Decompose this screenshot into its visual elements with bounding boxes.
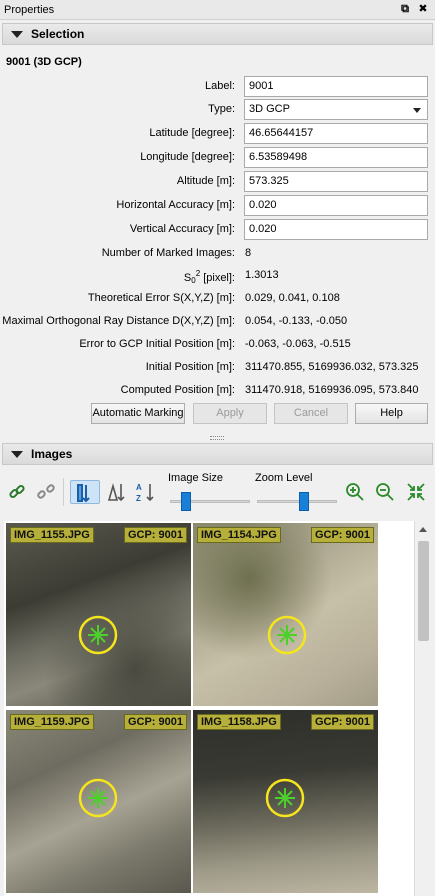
window-titlebar: Properties ⧉ ✖ (0, 0, 435, 20)
image-filename: IMG_1155.JPG (10, 527, 94, 543)
apply-button[interactable]: Apply (193, 403, 267, 424)
selection-title: 9001 (3D GCP) (6, 56, 82, 68)
horizontal-accuracy-label: Horizontal Accuracy [m]: (116, 199, 235, 211)
gcp-tag: GCP: 9001 (310, 527, 374, 543)
image-filename: IMG_1159.JPG (10, 714, 94, 730)
computed-position-label: Computed Position [m]: (120, 384, 235, 396)
horizontal-accuracy-input[interactable]: 0.020 (244, 195, 428, 216)
gcp-marker-icon[interactable] (267, 615, 307, 655)
selection-header-label: Selection (31, 27, 85, 41)
marked-images-row: Number of Marked Images: 8 (0, 243, 435, 265)
computed-position-row: Computed Position [m]: 311470.918, 51699… (0, 380, 435, 402)
max-ray-distance-label: Maximal Orthogonal Ray Distance D(X,Y,Z)… (2, 315, 235, 327)
vertical-accuracy-label: Vertical Accuracy [m]: (129, 223, 235, 235)
theoretical-error-row: Theoretical Error S(X,Y,Z) [m]: 0.029, 0… (0, 288, 435, 310)
link-icon[interactable] (5, 480, 29, 504)
vertical-accuracy-row: Vertical Accuracy [m]: 0.020 (0, 219, 435, 241)
gcp-marker-icon[interactable] (78, 778, 118, 818)
image-size-slider-thumb[interactable] (180, 492, 191, 511)
vertical-accuracy-input[interactable]: 0.020 (244, 219, 428, 240)
gcp-tag: GCP: 9001 (310, 714, 374, 730)
theoretical-error-value: 0.029, 0.041, 0.108 (245, 292, 340, 304)
initial-position-row: Initial Position [m]: 311470.855, 516993… (0, 357, 435, 379)
type-field-label: Type: (208, 103, 235, 115)
gcp-marker-icon[interactable] (265, 778, 305, 818)
properties-panel: Selection 9001 (3D GCP) Label: 9001 Type… (0, 21, 435, 896)
collapse-triangle-icon[interactable] (11, 30, 23, 38)
scroll-up-icon[interactable] (419, 527, 427, 532)
label-field-label: Label: (205, 80, 235, 92)
images-section-header[interactable]: Images (2, 443, 433, 465)
s0-row: S02 [pixel]: 1.3013 (0, 265, 435, 287)
scrollbar-thumb[interactable] (418, 541, 429, 641)
s0-label: S02 [pixel]: (183, 269, 235, 285)
image-thumbnail[interactable]: IMG_1155.JPG GCP: 9001 (6, 523, 191, 706)
label-row: Label: 9001 (0, 76, 435, 98)
gallery-scrollbar[interactable] (414, 521, 431, 896)
horizontal-accuracy-row: Horizontal Accuracy [m]: 0.020 (0, 195, 435, 217)
images-header-label: Images (31, 447, 73, 461)
longitude-input[interactable]: 6.53589498 (244, 147, 428, 168)
selection-section-header[interactable]: Selection (2, 23, 433, 45)
max-ray-distance-row: Maximal Orthogonal Ray Distance D(X,Y,Z)… (0, 311, 435, 333)
latitude-label: Latitude [degree]: (149, 127, 235, 139)
error-initial-row: Error to GCP Initial Position [m]: -0.06… (0, 334, 435, 356)
initial-position-value: 311470.855, 5169936.032, 573.325 (245, 361, 419, 373)
zoom-level-slider[interactable] (257, 500, 337, 503)
initial-position-label: Initial Position [m]: (145, 361, 235, 373)
type-row: Type: 3D GCP (0, 99, 435, 121)
latitude-input[interactable]: 46.65644157 (244, 123, 428, 144)
latitude-row: Latitude [degree]: 46.65644157 (0, 123, 435, 145)
sort-column-icon[interactable] (70, 480, 100, 504)
zoom-in-icon[interactable] (343, 480, 367, 504)
image-filename: IMG_1158.JPG (197, 714, 281, 730)
altitude-input[interactable]: 573.325 (244, 171, 428, 192)
svg-text:A: A (136, 483, 142, 492)
gcp-tag: GCP: 9001 (123, 714, 187, 730)
images-toolbar: AZ Image Size Zoom Level (0, 470, 435, 514)
image-filename: IMG_1154.JPG (197, 527, 281, 543)
longitude-row: Longitude [degree]: 6.53589498 (0, 147, 435, 169)
close-window-icon[interactable]: ✖ (417, 3, 429, 15)
automatic-marking-button[interactable]: Automatic Marking (91, 403, 185, 424)
gcp-marker-icon[interactable] (78, 615, 118, 655)
marked-images-label: Number of Marked Images: (101, 247, 235, 259)
type-select-value: 3D GCP (249, 103, 290, 115)
zoom-level-slider-thumb[interactable] (299, 492, 309, 511)
altitude-label: Altitude [m]: (176, 175, 235, 187)
window-title: Properties (4, 3, 55, 16)
image-thumbnail[interactable]: IMG_1159.JPG GCP: 9001 (6, 710, 191, 893)
type-select[interactable]: 3D GCP (244, 99, 428, 120)
gcp-tag: GCP: 9001 (123, 527, 187, 543)
marked-images-value: 8 (245, 247, 252, 259)
collapse-triangle-icon[interactable] (11, 450, 23, 458)
longitude-label: Longitude [degree]: (140, 151, 235, 163)
fit-icon[interactable] (404, 480, 428, 504)
help-button[interactable]: Help (355, 403, 428, 424)
sort-descending-icon[interactable] (104, 480, 128, 504)
zoom-out-icon[interactable] (373, 480, 397, 504)
max-ray-distance-value: 0.054, -0.133, -0.050 (245, 315, 348, 327)
error-initial-value: -0.063, -0.063, -0.515 (245, 338, 351, 350)
dropdown-arrow-icon (413, 108, 421, 113)
theoretical-error-label: Theoretical Error S(X,Y,Z) [m]: (87, 292, 235, 304)
sort-alpha-icon[interactable]: AZ (133, 480, 157, 504)
panel-splitter[interactable] (0, 436, 435, 441)
unlink-icon[interactable] (34, 480, 58, 504)
image-size-label: Image Size (168, 472, 224, 484)
cancel-button[interactable]: Cancel (274, 403, 348, 424)
altitude-row: Altitude [m]: 573.325 (0, 171, 435, 193)
image-gallery: IMG_1155.JPG GCP: 9001 IMG_1154.JPG GCP:… (4, 521, 414, 896)
svg-text:Z: Z (136, 494, 141, 503)
error-initial-label: Error to GCP Initial Position [m]: (79, 338, 235, 350)
s0-value: 1.3013 (245, 269, 279, 281)
image-thumbnail[interactable]: IMG_1154.JPG GCP: 9001 (193, 523, 378, 706)
image-thumbnail[interactable]: IMG_1158.JPG GCP: 9001 (193, 710, 378, 893)
float-window-icon[interactable]: ⧉ (399, 3, 411, 15)
label-input[interactable]: 9001 (244, 76, 428, 97)
computed-position-value: 311470.918, 5169936.095, 573.840 (245, 384, 419, 396)
zoom-level-label: Zoom Level (255, 472, 313, 484)
